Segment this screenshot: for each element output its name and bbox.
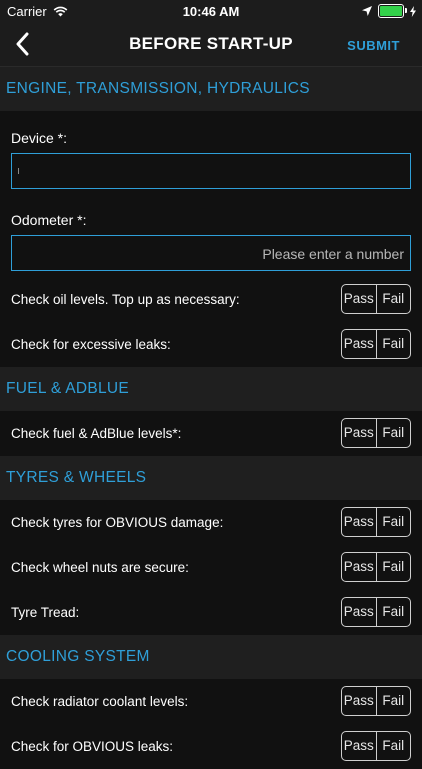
pass-fail-toggle[interactable]: Pass Fail: [341, 284, 411, 314]
submit-button[interactable]: SUBMIT: [347, 38, 400, 53]
pass-fail-toggle[interactable]: Pass Fail: [341, 731, 411, 761]
list-item: Check for excessive leaks: Pass Fail: [0, 322, 422, 367]
odometer-input[interactable]: Please enter a number: [11, 235, 411, 271]
fail-button[interactable]: Fail: [377, 419, 411, 447]
pass-button[interactable]: Pass: [342, 419, 376, 447]
list-item: Check wheel nuts are secure: Pass Fail: [0, 545, 422, 590]
status-time: 10:46 AM: [182, 4, 240, 19]
charging-bolt-icon: [410, 5, 416, 17]
section-header-tyres: TYRES & WHEELS: [0, 456, 422, 500]
pass-button[interactable]: Pass: [342, 598, 376, 626]
pass-fail-toggle[interactable]: Pass Fail: [341, 597, 411, 627]
pass-fail-toggle[interactable]: Pass Fail: [341, 329, 411, 359]
section-header-cooling: COOLING SYSTEM: [0, 635, 422, 679]
pass-button[interactable]: Pass: [342, 687, 376, 715]
list-item: Check radiator coolant levels: Pass Fail: [0, 679, 422, 724]
section-tyres: Check tyres for OBVIOUS damage: Pass Fail…: [0, 500, 422, 635]
fail-button[interactable]: Fail: [377, 553, 411, 581]
pass-fail-toggle[interactable]: Pass Fail: [341, 686, 411, 716]
location-arrow-icon: [362, 6, 372, 16]
navigation-bar: BEFORE START-UP SUBMIT: [0, 22, 422, 67]
section-fuel: Check fuel & AdBlue levels*: Pass Fail: [0, 411, 422, 456]
section-engine: Device *: Odometer *: Please enter a num…: [0, 111, 422, 367]
list-item: Check tyres for OBVIOUS damage: Pass Fail: [0, 500, 422, 545]
fail-button[interactable]: Fail: [377, 330, 411, 358]
pass-button[interactable]: Pass: [342, 553, 376, 581]
device-input[interactable]: [11, 153, 411, 189]
pass-fail-toggle[interactable]: Pass Fail: [341, 418, 411, 448]
fail-button[interactable]: Fail: [377, 285, 411, 313]
fail-button[interactable]: Fail: [377, 508, 411, 536]
pass-button[interactable]: Pass: [342, 508, 376, 536]
list-item: Tyre Tread: Pass Fail: [0, 590, 422, 635]
status-bar: Carrier 10:46 AM: [0, 0, 422, 22]
battery-icon: [378, 4, 407, 18]
pass-button[interactable]: Pass: [342, 330, 376, 358]
list-item: Check fuel & AdBlue levels*: Pass Fail: [0, 411, 422, 456]
section-header-fuel: FUEL & ADBLUE: [0, 367, 422, 411]
odometer-placeholder: Please enter a number: [262, 246, 404, 262]
device-label: Device *:: [11, 130, 68, 146]
fail-button[interactable]: Fail: [377, 598, 411, 626]
pass-fail-toggle[interactable]: Pass Fail: [341, 507, 411, 537]
list-item: Check oil levels. Top up as necessary: P…: [0, 277, 422, 322]
list-item: Check for OBVIOUS leaks: Pass Fail: [0, 724, 422, 769]
pass-fail-toggle[interactable]: Pass Fail: [341, 552, 411, 582]
section-cooling: Check radiator coolant levels: Pass Fail …: [0, 679, 422, 769]
section-header-engine: ENGINE, TRANSMISSION, HYDRAULICS: [0, 67, 422, 111]
text-cursor: [18, 168, 19, 174]
fail-button[interactable]: Fail: [377, 687, 411, 715]
pass-button[interactable]: Pass: [342, 732, 376, 760]
pass-button[interactable]: Pass: [342, 285, 376, 313]
odometer-label: Odometer *:: [11, 212, 87, 228]
fail-button[interactable]: Fail: [377, 732, 411, 760]
